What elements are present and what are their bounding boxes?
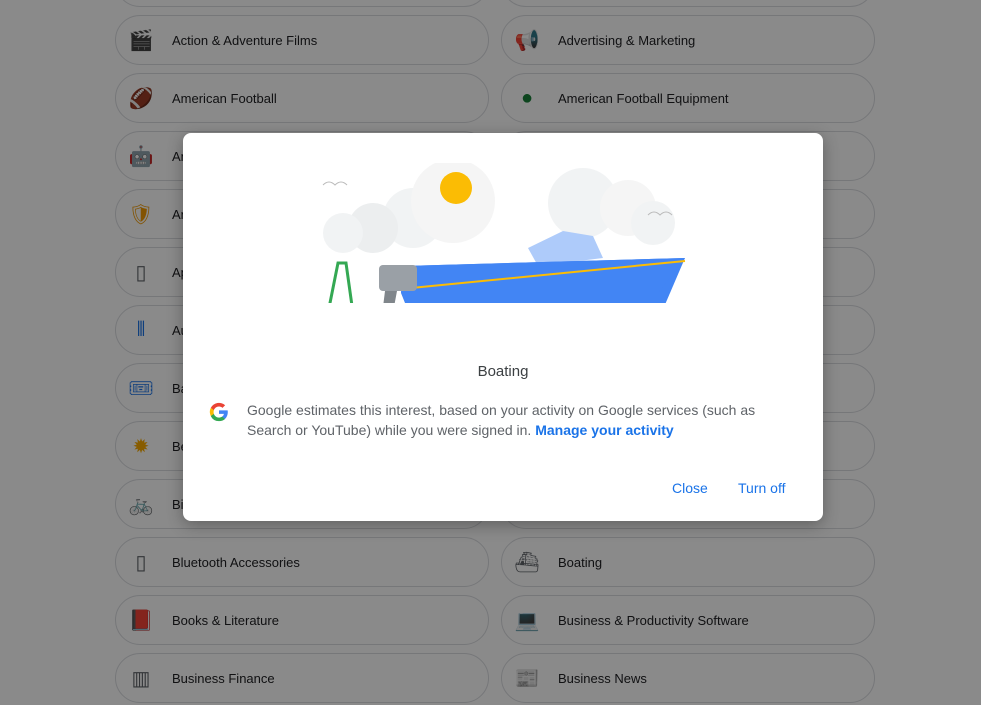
google-logo-icon [209, 402, 228, 422]
dialog-description: Google estimates this interest, based on… [247, 400, 787, 440]
close-button[interactable]: Close [672, 480, 708, 496]
boating-illustration [322, 163, 686, 303]
dialog-title: Boating [477, 363, 529, 380]
turn-off-button[interactable]: Turn off [738, 480, 785, 496]
description-text: Google estimates this interest, based on… [247, 402, 756, 438]
interest-dialog: Boating Google estimates this interest, … [183, 133, 823, 521]
manage-activity-link[interactable]: Manage your activity [535, 422, 674, 438]
